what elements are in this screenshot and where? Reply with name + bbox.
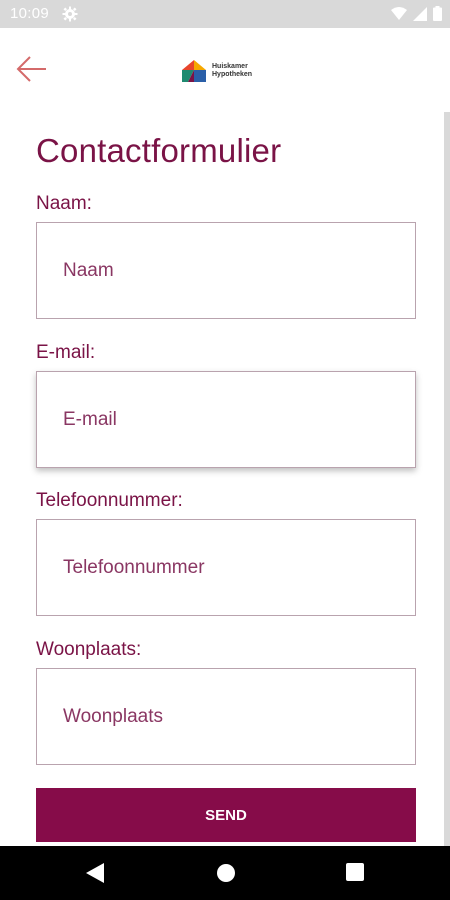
status-icons [391,6,442,21]
nav-home-icon[interactable] [216,863,236,883]
name-label: Naam: [36,193,92,214]
city-label: Woonplaats: [36,639,142,660]
signal-icon [413,6,427,21]
app-header: Huiskamer Hypotheken [0,28,450,112]
nav-recents-icon[interactable] [346,863,364,881]
screen: 10:09 Huiskamer Hypotheken Contactformul… [0,0,450,900]
phone-label: Telefoonnummer: [36,490,183,511]
name-field[interactable] [36,222,416,319]
city-field[interactable] [36,668,416,765]
page-title: Contactformulier [36,132,282,169]
email-field[interactable] [36,371,416,468]
status-time: 10:09 [10,5,50,22]
status-bar: 10:09 [0,0,450,28]
scroll-indicator [444,112,450,847]
logo-text: Huiskamer Hypotheken [212,63,252,79]
battery-icon [433,6,442,21]
logo: Huiskamer Hypotheken [182,60,252,82]
gear-icon [62,6,78,22]
logo-line2: Hypotheken [212,71,253,78]
email-label: E-mail: [36,342,96,363]
wifi-icon [391,6,407,20]
arrow-left-icon[interactable] [12,54,50,84]
system-nav-bar [0,846,450,900]
house-logo-icon [182,60,206,82]
send-button[interactable]: SEND [36,788,416,842]
phone-field[interactable] [36,519,416,616]
logo-line1: Huiskamer [212,63,248,70]
nav-back-icon[interactable] [86,863,104,883]
